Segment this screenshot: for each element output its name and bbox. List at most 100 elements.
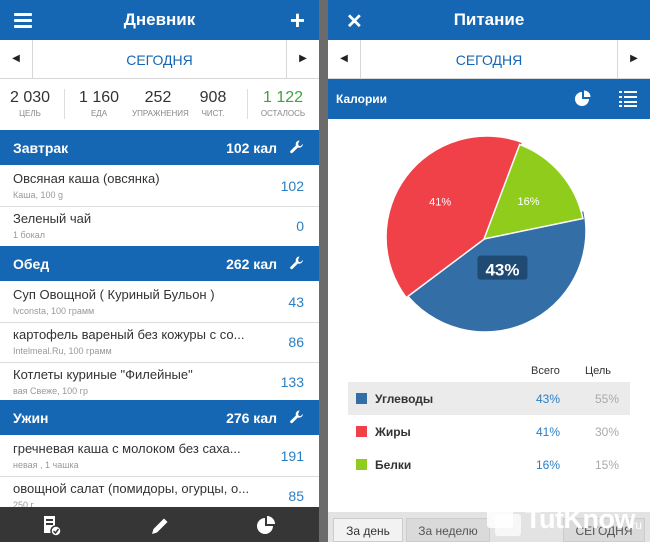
pie-chart-icon[interactable]	[255, 515, 277, 537]
summary-remaining-caption: ОСТАЛОСЬ	[260, 109, 306, 118]
legend-swatch	[356, 426, 367, 437]
tab-day[interactable]: За день	[333, 518, 403, 542]
watermark-text: TutKnow	[525, 504, 635, 534]
legend-swatch	[356, 459, 367, 470]
add-icon[interactable]: +	[290, 7, 305, 33]
section-breakfast[interactable]: Завтрак 102 кал	[0, 130, 319, 165]
food-name: Суп Овощной ( Куриный Бульон )	[13, 287, 215, 302]
nutrition-header: ✕ Питание	[328, 0, 650, 40]
date-navigator: ◀ СЕГОДНЯ ▶	[0, 40, 319, 79]
tab-week[interactable]: За неделю	[406, 518, 490, 542]
food-serving: lvconsta, 100 грамм	[13, 306, 95, 316]
food-serving: Каша, 100 g	[13, 190, 63, 200]
chart-title: Калории	[336, 92, 388, 106]
macro-row-fat: Жиры 41% 30%	[348, 415, 630, 448]
col-goal-header: Цель	[585, 365, 612, 377]
food-name: картофель вареный без кожуры с со...	[13, 327, 245, 342]
food-serving: невая , 1 чашка	[13, 460, 79, 470]
wrench-icon[interactable]	[289, 255, 305, 271]
summary-goal: 2 030 ЦЕЛЬ	[4, 89, 56, 118]
next-day-button[interactable]: ▶	[286, 40, 319, 78]
pie-label-2: 41%	[429, 197, 451, 209]
calorie-pie-chart: 43% 41% 16%	[385, 135, 587, 333]
legend-swatch	[356, 393, 367, 404]
macro-name: Жиры	[375, 425, 411, 439]
food-calories: 86	[288, 334, 304, 350]
macro-total: 16%	[536, 458, 561, 472]
food-item[interactable]: гречневая каша с молоком без саха... нев…	[0, 436, 319, 477]
diary-icon[interactable]	[41, 515, 63, 537]
food-calories: 102	[280, 178, 304, 194]
summary-food-caption: ЕДА	[90, 109, 108, 118]
watermark: TutKnow .ru	[485, 500, 650, 542]
summary-exercise: 252 УПРАЖНЕНИЯ	[132, 89, 189, 118]
summary-remaining-value: 1 122	[262, 89, 304, 106]
summary-divider	[64, 89, 65, 119]
summary-food: 1 160 ЕДА	[72, 89, 126, 118]
macro-goal: 30%	[595, 425, 620, 439]
food-calories: 85	[288, 488, 304, 504]
food-item[interactable]: Котлеты куриные "Филейные" вая Свеже, 10…	[0, 362, 319, 403]
food-calories: 43	[288, 294, 304, 310]
food-item[interactable]: Зеленый чай 1 бокал 0	[0, 206, 319, 247]
section-kcal: 102 кал	[226, 140, 277, 156]
list-view-icon[interactable]	[619, 90, 637, 108]
date-navigator: ◀ СЕГОДНЯ ▶	[328, 40, 650, 79]
calorie-summary: 2 030 ЦЕЛЬ 1 160 ЕДА 252 УПРАЖНЕНИЯ 908 …	[0, 79, 319, 129]
section-lunch[interactable]: Обед 262 кал	[0, 246, 319, 281]
food-calories: 0	[296, 218, 304, 234]
pie-view-icon[interactable]	[574, 90, 592, 108]
section-name: Обед	[13, 256, 50, 272]
food-item[interactable]: картофель вареный без кожуры с со... Int…	[0, 322, 319, 363]
macro-total: 41%	[536, 425, 561, 439]
summary-exercise-caption: УПРАЖНЕНИЯ	[132, 109, 189, 118]
date-label[interactable]: СЕГОДНЯ	[0, 52, 319, 68]
food-serving: Intelmeal.Ru, 100 грамм	[13, 346, 112, 356]
summary-goal-caption: ЦЕЛЬ	[19, 109, 41, 118]
pencil-icon[interactable]	[149, 515, 171, 537]
food-serving: вая Свеже, 100 гр	[13, 386, 88, 396]
food-name: Овсяная каша (овсянка)	[13, 171, 160, 186]
food-serving: 1 бокал	[13, 230, 46, 240]
section-name: Завтрак	[13, 140, 69, 156]
food-item[interactable]: Суп Овощной ( Куриный Бульон ) lvconsta,…	[0, 282, 319, 323]
section-dinner[interactable]: Ужин 276 кал	[0, 400, 319, 435]
date-label[interactable]: СЕГОДНЯ	[328, 52, 650, 68]
nutrition-title: Питание	[453, 10, 525, 29]
col-total-header: Всего	[531, 365, 560, 377]
nutrition-screen: ✕ Питание ◀ СЕГОДНЯ ▶ Калории 43% 41% 16% …	[328, 0, 650, 542]
food-name: Котлеты куриные "Филейные"	[13, 367, 193, 382]
section-kcal: 276 кал	[226, 410, 277, 426]
bottom-toolbar	[0, 507, 319, 542]
summary-net: 908 ЧИСТ.	[190, 89, 236, 118]
pie-label-3: 16%	[518, 196, 540, 208]
summary-net-value: 908	[199, 89, 227, 106]
summary-goal-value: 2 030	[9, 89, 51, 106]
pie-label-1: 43%	[485, 261, 519, 280]
food-name: овощной салат (помидоры, огурцы, о...	[13, 481, 250, 496]
macro-name: Углеводы	[375, 392, 434, 406]
macro-total: 43%	[536, 392, 561, 406]
summary-net-caption: ЧИСТ.	[201, 109, 225, 118]
summary-exercise-value: 252	[144, 89, 172, 106]
food-calories: 133	[280, 374, 304, 390]
section-name: Ужин	[13, 410, 49, 426]
diary-title: Дневник	[123, 10, 196, 29]
summary-divider	[247, 89, 248, 119]
food-item[interactable]: Овсяная каша (овсянка) Каша, 100 g 102	[0, 166, 319, 207]
macro-row-carbs: Углеводы 43% 55%	[348, 382, 630, 415]
macro-name: Белки	[375, 458, 412, 472]
wrench-icon[interactable]	[289, 139, 305, 155]
food-name: гречневая каша с молоком без саха...	[13, 441, 241, 456]
wrench-icon[interactable]	[289, 409, 305, 425]
food-calories: 191	[280, 448, 304, 464]
summary-remaining: 1 122 ОСТАЛОСЬ	[252, 89, 314, 118]
macro-goal: 15%	[595, 458, 620, 472]
diary-header: Дневник +	[0, 0, 319, 40]
summary-food-value: 1 160	[78, 89, 120, 106]
diary-screen: Дневник + ◀ СЕГОДНЯ ▶ 2 030 ЦЕЛЬ 1 160 Е…	[0, 0, 319, 542]
food-name: Зеленый чай	[13, 211, 92, 226]
watermark-suffix: .ru	[628, 518, 643, 532]
section-kcal: 262 кал	[226, 256, 277, 272]
next-day-button[interactable]: ▶	[617, 40, 650, 78]
